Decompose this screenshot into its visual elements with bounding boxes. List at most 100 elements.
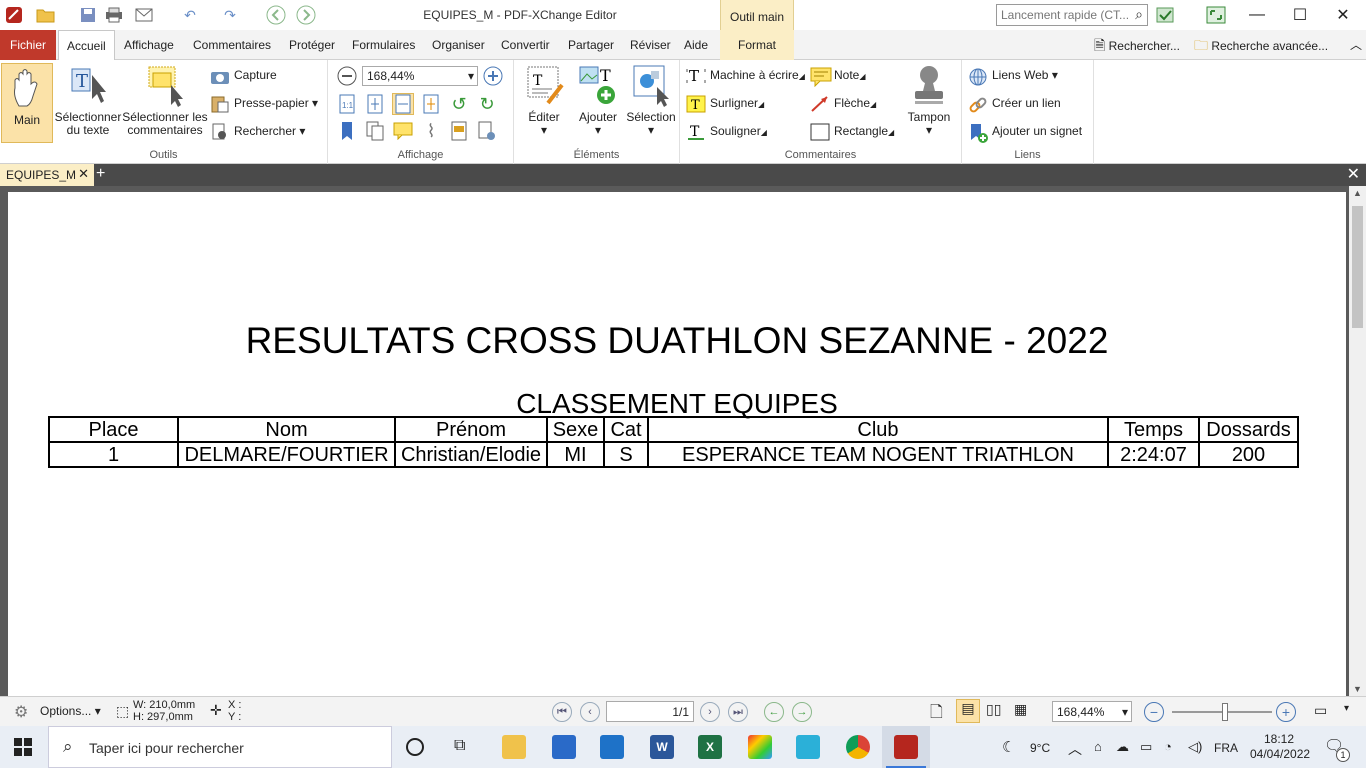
- highlight-button[interactable]: T Surligner◢: [686, 92, 764, 114]
- selection-button[interactable]: Sélection ▾: [624, 63, 678, 137]
- zoom-in-icon[interactable]: [482, 65, 504, 87]
- chevron-up-icon[interactable]: ︿: [1068, 739, 1082, 759]
- page-number-input[interactable]: 1/1: [606, 701, 694, 722]
- properties-icon[interactable]: [448, 120, 470, 142]
- note-button[interactable]: Note◢: [810, 64, 866, 88]
- back-icon[interactable]: [266, 5, 286, 25]
- two-page-continuous-icon[interactable]: ▦: [1014, 701, 1027, 718]
- speaker-icon[interactable]: ◁): [1188, 739, 1202, 755]
- device-icon[interactable]: ⌂: [1094, 739, 1102, 754]
- previous-view-icon[interactable]: ←: [764, 702, 784, 722]
- next-page-icon[interactable]: ›: [700, 702, 720, 722]
- typewriter-button[interactable]: T Machine à écrire◢: [686, 64, 805, 86]
- pages-icon[interactable]: [364, 120, 386, 142]
- statusbar-menu-icon[interactable]: ▾: [1344, 703, 1349, 714]
- tab-affichage[interactable]: Affichage: [116, 30, 182, 60]
- two-page-icon[interactable]: ▯▯: [986, 701, 1001, 718]
- redo-icon[interactable]: ↷: [220, 5, 240, 25]
- network-icon[interactable]: ▭: [1140, 739, 1152, 755]
- moon-weather-icon[interactable]: ☾: [1002, 738, 1015, 756]
- tab-format[interactable]: Format: [720, 30, 794, 60]
- single-page-icon[interactable]: 🗋: [930, 701, 943, 728]
- tab-convertir[interactable]: Convertir: [493, 30, 558, 60]
- scroll-up-icon[interactable]: ▲: [1353, 188, 1362, 198]
- teams-app-icon[interactable]: [796, 735, 820, 759]
- print-icon[interactable]: [104, 5, 124, 25]
- tab-fichier[interactable]: Fichier: [0, 30, 56, 60]
- windows-start-icon[interactable]: [14, 738, 32, 759]
- word-icon[interactable]: W: [650, 735, 674, 759]
- excel-icon[interactable]: X: [698, 735, 722, 759]
- context-tab-outil-main[interactable]: Outil main: [720, 0, 794, 30]
- continuous-page-icon[interactable]: ▤: [956, 699, 980, 723]
- create-link-button[interactable]: Créer un lien: [968, 92, 1061, 114]
- settings-check-icon[interactable]: [1156, 5, 1176, 25]
- close-button[interactable]: ✕: [1320, 0, 1366, 30]
- add-button[interactable]: T Ajouter ▾: [570, 63, 626, 137]
- bookmarks-icon[interactable]: [336, 120, 358, 142]
- tab-accueil[interactable]: Accueil: [58, 30, 115, 61]
- rotate-right-icon[interactable]: ↻: [476, 93, 498, 115]
- fit-visible-icon[interactable]: [420, 93, 442, 115]
- first-page-icon[interactable]: ⏮: [552, 702, 572, 722]
- fit-width-icon[interactable]: [392, 93, 414, 115]
- fit-page-icon[interactable]: [364, 93, 386, 115]
- zoom-level-select[interactable]: 168,44% ▾: [1052, 701, 1132, 722]
- zoom-slider-handle[interactable]: [1222, 703, 1228, 721]
- tab-commentaires[interactable]: Commentaires: [185, 30, 279, 60]
- taskbar-search-input[interactable]: ⌕ Taper ici pour rechercher: [48, 726, 392, 768]
- wifi-icon[interactable]: ◔: [1164, 739, 1172, 754]
- undo-icon[interactable]: ↶: [180, 5, 200, 25]
- save-icon[interactable]: [78, 5, 98, 25]
- web-links-button[interactable]: Liens Web ▾: [968, 64, 1058, 86]
- clipboard-button[interactable]: Presse-papier ▾: [210, 92, 318, 114]
- next-view-icon[interactable]: →: [792, 702, 812, 722]
- tab-reviser[interactable]: Réviser: [622, 30, 679, 60]
- last-page-icon[interactable]: ⏭: [728, 702, 748, 722]
- add-bookmark-button[interactable]: Ajouter un signet: [968, 120, 1082, 143]
- actual-size-icon[interactable]: 1:1: [336, 93, 358, 115]
- select-comments-button[interactable]: Sélectionner les commentaires: [122, 63, 208, 137]
- weather-temperature[interactable]: 9°C: [1030, 741, 1050, 755]
- quick-launch-input[interactable]: Lancement rapide (CT... ⌕: [996, 4, 1148, 26]
- advanced-search-button[interactable]: 🗀 Recherche avancée...: [1194, 30, 1328, 60]
- close-tab-icon[interactable]: ✕: [78, 166, 89, 182]
- minimize-button[interactable]: —: [1234, 0, 1280, 30]
- chrome-icon[interactable]: [846, 735, 870, 759]
- zoom-slider[interactable]: [1172, 703, 1272, 721]
- signatures-icon[interactable]: [476, 120, 498, 142]
- taskbar-pdf-xchange-active[interactable]: [882, 726, 930, 768]
- hand-tool-button[interactable]: Main: [1, 63, 53, 143]
- fullscreen-status-icon[interactable]: ▭: [1314, 702, 1327, 719]
- attachments-icon[interactable]: ⌇: [420, 120, 442, 142]
- mail-icon[interactable]: [600, 735, 624, 759]
- open-folder-icon[interactable]: [36, 5, 56, 25]
- maximize-button[interactable]: ☐: [1277, 0, 1323, 30]
- search-menu-button[interactable]: 🗎 Rechercher...: [1094, 30, 1180, 60]
- previous-page-icon[interactable]: ‹: [580, 702, 600, 722]
- store-icon[interactable]: [552, 735, 576, 759]
- document-tab[interactable]: EQUIPES_M ✕: [0, 164, 94, 186]
- search-tool-button[interactable]: Rechercher ▾: [210, 120, 305, 142]
- arrow-button[interactable]: Flèche◢: [810, 92, 876, 114]
- language-indicator[interactable]: FRA: [1214, 741, 1238, 755]
- scrollbar-thumb[interactable]: [1352, 206, 1363, 328]
- edit-button[interactable]: T Éditer ▾: [518, 63, 570, 137]
- options-button[interactable]: Options... ▾: [40, 704, 101, 718]
- forward-icon[interactable]: [296, 5, 316, 25]
- new-tab-icon[interactable]: +: [96, 165, 105, 183]
- tab-aide[interactable]: Aide: [676, 30, 716, 60]
- cloud-icon[interactable]: ☁: [1116, 739, 1129, 755]
- tab-proteger[interactable]: Protéger: [281, 30, 343, 60]
- ribbon-collapse-icon[interactable]: ︿: [1350, 30, 1362, 60]
- capture-button[interactable]: Capture: [210, 64, 277, 86]
- paint-icon[interactable]: [748, 735, 772, 759]
- tab-formulaires[interactable]: Formulaires: [344, 30, 423, 60]
- underline-button[interactable]: T Souligner◢: [686, 120, 767, 142]
- vertical-scrollbar[interactable]: ▲ ▼: [1349, 186, 1366, 696]
- fullscreen-icon[interactable]: [1206, 5, 1226, 25]
- clock[interactable]: 18:12 04/04/2022: [1250, 732, 1310, 762]
- zoom-in-status-icon[interactable]: +: [1276, 702, 1296, 722]
- zoom-select[interactable]: 168,44% ▾: [362, 66, 478, 86]
- email-icon[interactable]: [134, 5, 154, 25]
